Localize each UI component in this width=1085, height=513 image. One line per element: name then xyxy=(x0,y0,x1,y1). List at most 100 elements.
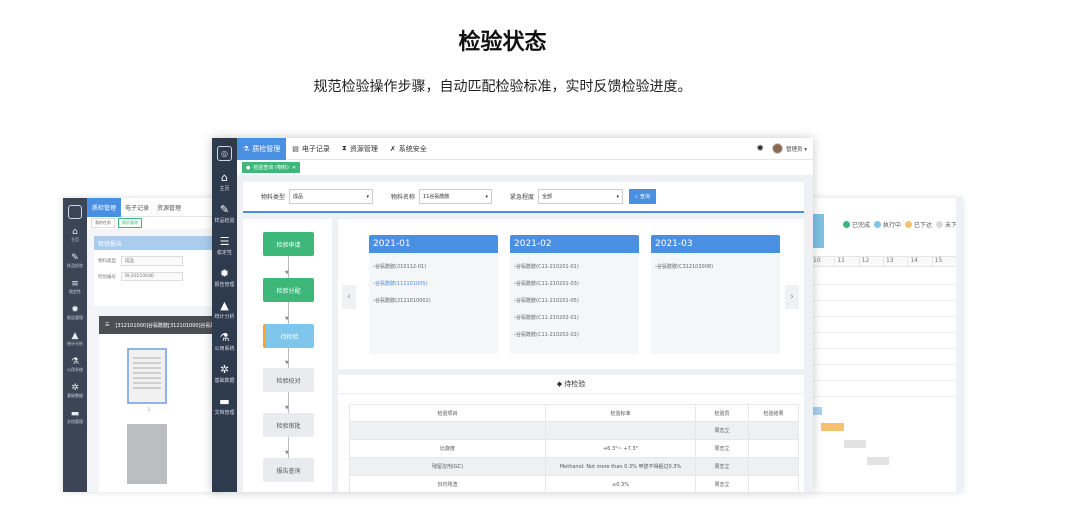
batch-item[interactable]: › 谷氨酰胺(C312103008) xyxy=(651,258,780,275)
next-arrow-icon[interactable]: › xyxy=(785,285,799,309)
step-inspection-assign[interactable]: 检验分配 xyxy=(263,278,314,302)
report-menu-resources[interactable]: 资源管理 xyxy=(153,203,185,212)
document-page-thumbnail-2[interactable] xyxy=(127,424,167,484)
batch-item[interactable]: › 谷氨酰胺(C11-210201-01) xyxy=(510,258,639,275)
gear-icon: ✹ xyxy=(71,305,79,315)
report-number-input[interactable]: W-20210046 xyxy=(121,272,183,281)
menu-system-security[interactable]: ✗ 系统安全 xyxy=(384,138,433,160)
report-tab-tasks[interactable]: 我的任务 xyxy=(91,218,115,228)
gantt-panel: 已完成 执行中 已下达 未下达 10 11 12 13 14 15 xyxy=(810,214,962,486)
report-menu-qc[interactable]: 质检管理 xyxy=(87,198,122,217)
legend-item: 执行中 xyxy=(874,220,901,229)
material-name-label: 物料名称 xyxy=(391,194,416,201)
avatar[interactable] xyxy=(771,143,783,154)
header-inspector: 检验员 xyxy=(696,405,749,421)
report-tab-query[interactable]: 随机查询 xyxy=(118,218,142,228)
pen-icon: ✎ xyxy=(71,253,79,263)
urgency-select[interactable]: 全部 ▾ xyxy=(538,189,624,204)
prev-arrow-icon[interactable]: ‹ xyxy=(342,285,356,309)
table-row[interactable]: 周志立 xyxy=(349,422,799,440)
stage: 检验状态 规范检验操作步骤，自动匹配检验标准，实时反馈检验进度。 ⌂ 主页 ✎ 样品… xyxy=(0,0,1085,513)
report-nav-home[interactable]: ⌂ 主页 xyxy=(63,227,87,253)
batch-item[interactable]: › 谷氨酰胺(C11-210201-03) xyxy=(510,275,639,292)
sidebar-item-report[interactable]: ✹ 报告管理 xyxy=(212,265,237,297)
batch-item[interactable]: › 谷氨酰胺(C11-210202-01) xyxy=(510,309,639,326)
report-nav-base[interactable]: ✲ 基础数据 xyxy=(63,383,87,409)
hero-subtitle: 规范检验操作步骤，自动匹配检验标准，实时反馈检验进度。 xyxy=(313,79,692,95)
sidebar-item-stability[interactable]: ☰ 稳定性 xyxy=(212,233,237,265)
report-field-number: 检验编号 W-20210046 xyxy=(98,272,219,281)
query-button[interactable]: ⌕ 查询 xyxy=(629,189,656,204)
step-inspection-approve[interactable]: 检验审批 xyxy=(263,413,314,437)
chart-icon: ▲ xyxy=(71,331,79,341)
batch-item[interactable]: › 谷氨酰胺(2121010002) xyxy=(369,292,498,309)
page-number: 1 xyxy=(147,407,151,412)
sidebar-item-base[interactable]: ✲ 基础数据 xyxy=(212,361,237,393)
sliders-icon: ≡ xyxy=(71,279,79,289)
document-page-thumbnail[interactable] xyxy=(127,348,167,404)
pen-icon: ✎ xyxy=(219,203,230,216)
report-type-select[interactable]: 成品 xyxy=(121,256,183,266)
gantt-legend: 已完成 执行中 已下达 未下达 xyxy=(843,220,962,229)
batch-item[interactable]: › 谷氨酰胺(C11-210202-02) xyxy=(510,326,639,343)
month-card-title: 2021-03 xyxy=(651,235,780,253)
gantt-bar[interactable] xyxy=(867,457,889,465)
report-topbar: 质检管理 电子记录 资源管理 xyxy=(87,198,223,217)
sidebar-item-public[interactable]: ⚗ 公用系统 xyxy=(212,329,237,361)
table-row[interactable]: 炽灼残渣 ≤0.3% 周志立 xyxy=(349,476,799,492)
report-nav-public[interactable]: ⚗ 公用系统 xyxy=(63,357,87,383)
menu-icon[interactable]: ☰ xyxy=(105,322,109,328)
search-icon: ⌕ xyxy=(635,193,638,200)
sidebar: ◎ ⌂ 主页 ✎ 样品检验 ☰ 稳定性 ✹ 报告管理 ▲ 统计分析 ⚗ 公用系统 ✲ 基础数据… xyxy=(212,138,237,492)
chevron-down-icon: ▾ xyxy=(616,193,620,200)
pending-inspection-table: ◆ 待检验 检验项目 检验标准 检验员 检验结果 周志立 比旋度 +6.3°~ … xyxy=(338,375,804,492)
month-card: 2021-03 › 谷氨酰胺(C312103008) xyxy=(651,235,780,354)
inspection-flow: 检验申请 ▼ 检验分配 ▼ 待检验 ▼ 检验校对 ▼ 检验审批 ▼ 报告查询 xyxy=(243,219,332,492)
legend-item: 已下达 xyxy=(905,220,932,229)
home-icon: ⌂ xyxy=(221,171,228,184)
sidebar-item-sample[interactable]: ✎ 样品检验 xyxy=(212,201,237,233)
hourglass-icon: ⧗ xyxy=(341,144,347,152)
gantt-bar[interactable] xyxy=(821,423,844,431)
batch-item[interactable]: › 谷氨酰胺(210112-01) xyxy=(369,258,498,275)
report-menu-records[interactable]: 电子记录 xyxy=(121,203,153,212)
step-inspection-proofread[interactable]: 检验校对 xyxy=(263,368,314,392)
report-nav-sample[interactable]: ✎ 样品检验 xyxy=(63,253,87,279)
step-pending-inspection[interactable]: 待检验 xyxy=(263,324,314,348)
close-icon[interactable]: ✕ xyxy=(292,165,296,171)
settings-gear-icon[interactable]: ✹ xyxy=(756,144,764,154)
batch-item[interactable]: › 谷氨酰胺(112101005) xyxy=(369,275,498,292)
sidebar-item-home[interactable]: ⌂ 主页 xyxy=(212,169,237,201)
gantt-screenshot: 已完成 执行中 已下达 未下达 10 11 12 13 14 15 xyxy=(810,198,962,492)
report-nav-stats[interactable]: ▲ 统计分析 xyxy=(63,331,87,357)
month-card: 2021-02 › 谷氨酰胺(C11-210201-01) › 谷氨酰胺(C11… xyxy=(510,235,639,354)
report-nav-docs[interactable]: ▬ 文档管理 xyxy=(63,409,87,435)
table-row[interactable]: 残留溶剂(GC) Methanol: Not more than 0.3% 甲醇… xyxy=(349,458,799,476)
inspection-status-screenshot: ◎ ⌂ 主页 ✎ 样品检验 ☰ 稳定性 ✹ 报告管理 ▲ 统计分析 ⚗ 公用系统 ✲ 基础数据… xyxy=(212,138,813,492)
sidebar-item-docs[interactable]: ▬ 文档管理 xyxy=(212,393,237,425)
month-card: 2021-01 › 谷氨酰胺(210112-01) › 谷氨酰胺(1121010… xyxy=(369,235,498,354)
material-name-select[interactable]: 11谷氨酰胺 ▾ xyxy=(419,189,493,204)
chart-icon: ▲ xyxy=(220,299,229,312)
urgency-label: 紧急程度 xyxy=(510,194,535,201)
step-inspection-apply[interactable]: 检验申请 xyxy=(263,232,314,256)
tab-strip: ● 检验查询 (物料) ✕ xyxy=(237,160,813,175)
step-report-query[interactable]: 报告查询 xyxy=(263,458,314,482)
key-icon: ✗ xyxy=(389,144,396,153)
home-icon: ⌂ xyxy=(72,227,78,237)
material-type-select[interactable]: 成品 ▾ xyxy=(289,189,374,204)
batch-item[interactable]: › 谷氨酰胺(C11-210201-05) xyxy=(510,292,639,309)
user-menu[interactable]: 管理员 ▾ xyxy=(786,145,807,153)
gantt-bar[interactable] xyxy=(844,440,866,448)
report-nav-stability[interactable]: ≡ 稳定性 xyxy=(63,279,87,305)
sidebar-item-stats[interactable]: ▲ 统计分析 xyxy=(212,297,237,329)
tab-inspection-query[interactable]: ● 检验查询 (物料) ✕ xyxy=(242,162,301,173)
report-nav-report[interactable]: ✹ 报告管理 xyxy=(63,305,87,331)
menu-electronic-records[interactable]: ▤ 电子记录 xyxy=(286,138,336,160)
folder-icon: ▬ xyxy=(70,409,80,419)
table-row[interactable]: 比旋度 +6.3°~ +7.3° 周志立 xyxy=(349,440,799,458)
menu-resource-management[interactable]: ⧗ 资源管理 xyxy=(336,138,384,160)
header-result: 检验结果 xyxy=(749,405,799,421)
menu-qc-management[interactable]: ⚗ 质检管理 xyxy=(237,138,287,160)
flask-icon: ⚗ xyxy=(70,357,80,367)
